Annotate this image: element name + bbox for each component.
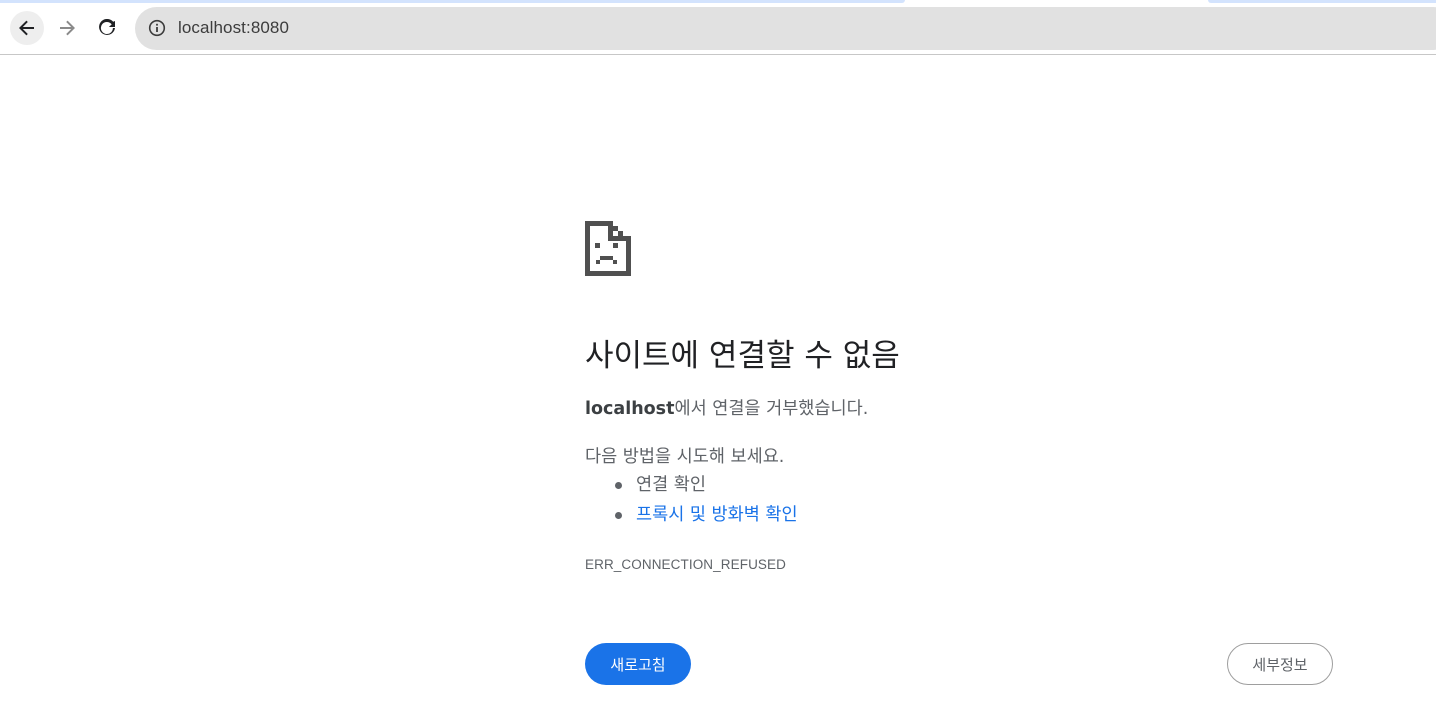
suggestion-check-proxy-firewall-link[interactable]: 프록시 및 방화벽 확인 bbox=[636, 505, 798, 525]
error-summary-text: 에서 연결을 거부했습니다. bbox=[674, 399, 869, 419]
bullet-icon bbox=[615, 512, 622, 519]
url-text[interactable]: localhost:8080 bbox=[178, 18, 289, 38]
list-item: 프록시 및 방화벽 확인 bbox=[585, 500, 798, 530]
details-button[interactable]: 세부정보 bbox=[1227, 643, 1333, 685]
list-item: 연결 확인 bbox=[585, 470, 798, 500]
suggestions-title: 다음 방법을 시도해 보세요. bbox=[585, 447, 785, 467]
error-code: ERR_CONNECTION_REFUSED bbox=[585, 557, 786, 572]
reload-button[interactable]: 새로고침 bbox=[585, 643, 691, 685]
forward-button[interactable] bbox=[50, 11, 84, 45]
bullet-icon bbox=[615, 482, 622, 489]
back-button[interactable] bbox=[10, 11, 44, 45]
reload-icon bbox=[99, 19, 115, 35]
suggestions-list: 연결 확인 프록시 및 방화벽 확인 bbox=[585, 470, 798, 530]
info-icon[interactable] bbox=[148, 19, 166, 37]
arrow-left-icon bbox=[19, 20, 34, 36]
sad-document-icon bbox=[585, 221, 631, 276]
reload-browser-button[interactable] bbox=[90, 11, 124, 45]
browser-toolbar: localhost:8080 bbox=[0, 3, 1436, 55]
arrow-right-icon bbox=[60, 20, 75, 36]
address-bar[interactable]: localhost:8080 bbox=[135, 7, 1436, 50]
error-heading: 사이트에 연결할 수 없음 bbox=[585, 338, 900, 374]
suggestion-check-connection: 연결 확인 bbox=[636, 475, 706, 495]
error-host: localhost bbox=[585, 399, 675, 419]
error-summary: localhost에서 연결을 거부했습니다. bbox=[585, 395, 868, 420]
